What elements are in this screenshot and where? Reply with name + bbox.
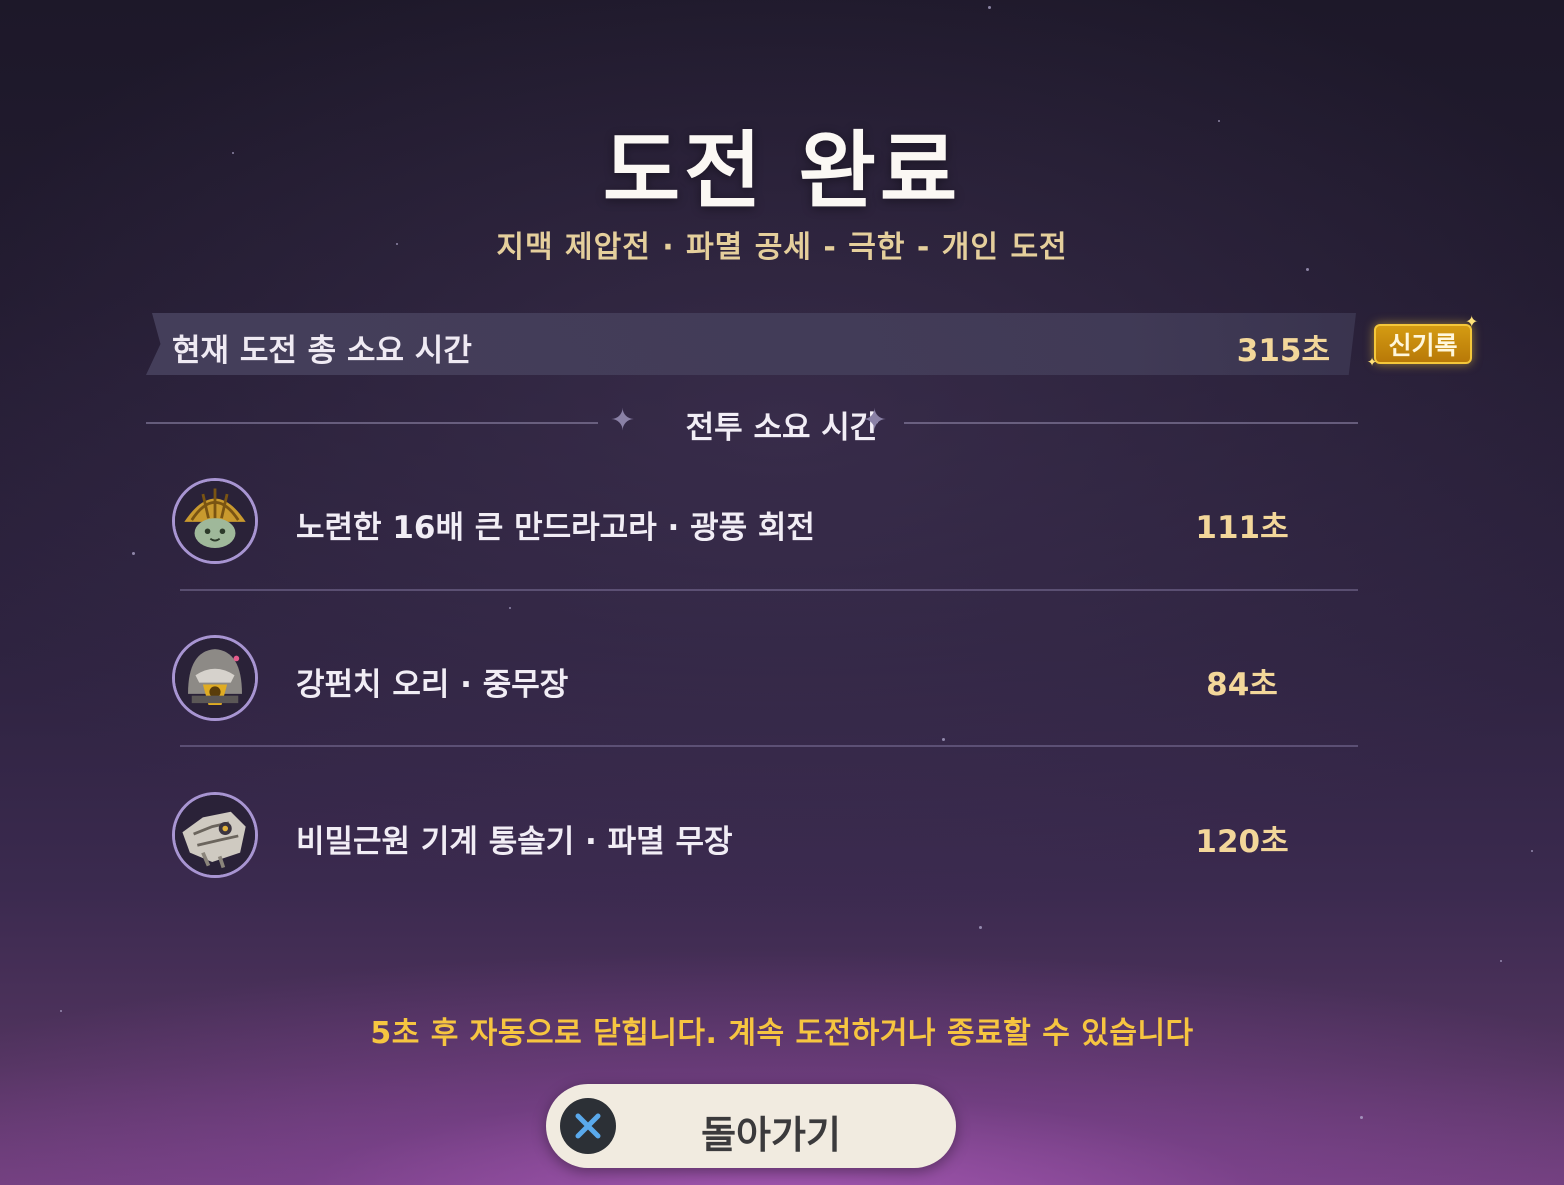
total-time-label: 현재 도전 총 소요 시간 bbox=[172, 333, 472, 369]
battle-time: 111초 bbox=[1195, 510, 1289, 546]
back-button-label: 돌아가기 bbox=[701, 1113, 841, 1157]
battle-row: 강펀치 오리 · 중무장 84초 bbox=[172, 635, 1358, 725]
battle-name: 강펀치 오리 · 중무장 bbox=[296, 667, 569, 703]
section-divider-right bbox=[904, 422, 1358, 424]
battle-time: 120초 bbox=[1195, 824, 1289, 860]
auto-close-notice: 5초 후 자동으로 닫힙니다. 계속 도전하거나 종료할 수 있습니다 bbox=[370, 1016, 1194, 1051]
battle-name: 비밀근원 기계 통솔기 · 파멸 무장 bbox=[296, 824, 733, 860]
battle-row: 노련한 16배 큰 만드라고라 · 광풍 회전 111초 bbox=[172, 478, 1358, 568]
section-title: 전투 소요 시간 bbox=[685, 410, 879, 446]
sparkle-icon: ✦ bbox=[1465, 312, 1479, 331]
mandragora-boss-icon bbox=[172, 478, 258, 564]
row-divider bbox=[180, 745, 1358, 747]
sparkle-icon: ✦ bbox=[1367, 355, 1378, 369]
secret-source-automaton-boss-icon bbox=[172, 792, 258, 878]
back-button[interactable]: 돌아가기 bbox=[546, 1084, 956, 1168]
battle-time: 84초 bbox=[1206, 667, 1278, 703]
battle-name: 노련한 16배 큰 만드라고라 · 광풍 회전 bbox=[296, 510, 815, 546]
new-record-badge: 신기록 bbox=[1374, 324, 1472, 364]
battle-row: 비밀근원 기계 통솔기 · 파멸 무장 120초 bbox=[172, 792, 1358, 882]
page-subtitle: 지맥 제압전 · 파멸 공세 - 극한 - 개인 도전 bbox=[496, 230, 1068, 265]
armored-duck-boss-icon bbox=[172, 635, 258, 721]
page-title: 도전 완료 bbox=[602, 122, 962, 220]
row-divider bbox=[180, 589, 1358, 591]
total-time-value: 315초 bbox=[1236, 333, 1330, 369]
diamond-star-icon: ✦ bbox=[862, 403, 888, 438]
